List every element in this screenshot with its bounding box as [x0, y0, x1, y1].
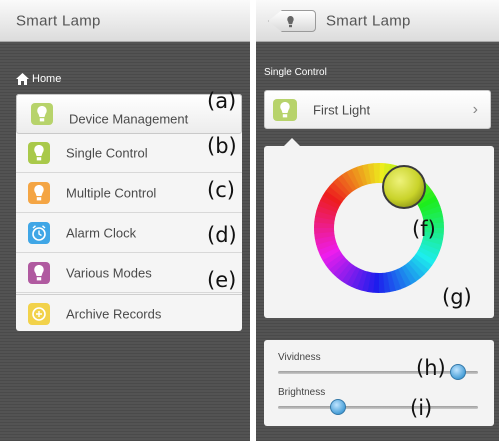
panel-pointer — [284, 138, 300, 146]
brightness-slider-handle[interactable] — [330, 399, 346, 415]
section-label: Single Control — [264, 67, 327, 78]
menu-item-label: Device Management — [69, 111, 189, 127]
title-bar: Smart Lamp — [0, 0, 250, 42]
vividness-slider-handle[interactable] — [450, 364, 466, 380]
home-icon — [16, 73, 29, 85]
brightness-label: Brightness — [278, 387, 326, 398]
color-picker-handle[interactable] — [382, 165, 426, 209]
menu-item-label: Multiple Control — [66, 185, 157, 201]
alarm-clock-icon — [28, 222, 50, 244]
archive-icon — [28, 303, 50, 325]
menu-item-label: Archive Records — [66, 306, 162, 322]
breadcrumb-home: Home — [32, 73, 62, 85]
annotation-b: (b) — [207, 134, 237, 158]
single-control-screen: Smart Lamp Single Control First Light › … — [256, 0, 499, 441]
lamp-icon — [31, 103, 53, 125]
vividness-track[interactable] — [278, 371, 478, 374]
color-wheel[interactable]: (f) (g) — [264, 146, 494, 318]
main-menu: Device Management Single Control Multipl… — [16, 94, 242, 331]
menu-item-label: Various Modes — [66, 265, 152, 281]
main-menu-screen: Smart Lamp Home Device Management Single… — [0, 0, 250, 441]
chevron-right-icon: › — [472, 100, 478, 118]
annotation-d: (d) — [207, 223, 237, 247]
annotation-f: (f) — [412, 217, 436, 241]
annotation-a: (a) — [207, 89, 237, 113]
menu-item-label: Alarm Clock — [66, 225, 137, 241]
vividness-label: Vividness — [278, 352, 321, 363]
breadcrumb[interactable]: Home — [16, 73, 61, 85]
lamp-icon — [28, 142, 50, 164]
lamp-icon — [28, 262, 50, 284]
lamp-icon — [28, 182, 50, 204]
annotation-h: (h) — [416, 356, 446, 380]
brightness-track[interactable] — [278, 406, 478, 409]
menu-item-label: Single Control — [66, 145, 148, 161]
bulb-icon — [287, 16, 294, 28]
annotation-c: (c) — [207, 178, 235, 202]
slider-panel: Vividness (h) Brightness (i) — [264, 340, 494, 426]
menu-item-archive-records[interactable]: Archive Records — [16, 294, 242, 333]
annotation-g: (g) — [442, 285, 472, 309]
light-selector[interactable]: First Light › — [264, 90, 491, 129]
light-name: First Light — [313, 102, 371, 117]
app-title: Smart Lamp — [326, 12, 411, 30]
lamp-icon — [273, 99, 297, 121]
app-title: Smart Lamp — [16, 12, 101, 30]
annotation-i: (i) — [410, 396, 433, 420]
annotation-e: (e) — [207, 268, 237, 292]
title-bar: Smart Lamp — [256, 0, 499, 42]
color-wheel-panel: (f) (g) — [264, 146, 494, 318]
